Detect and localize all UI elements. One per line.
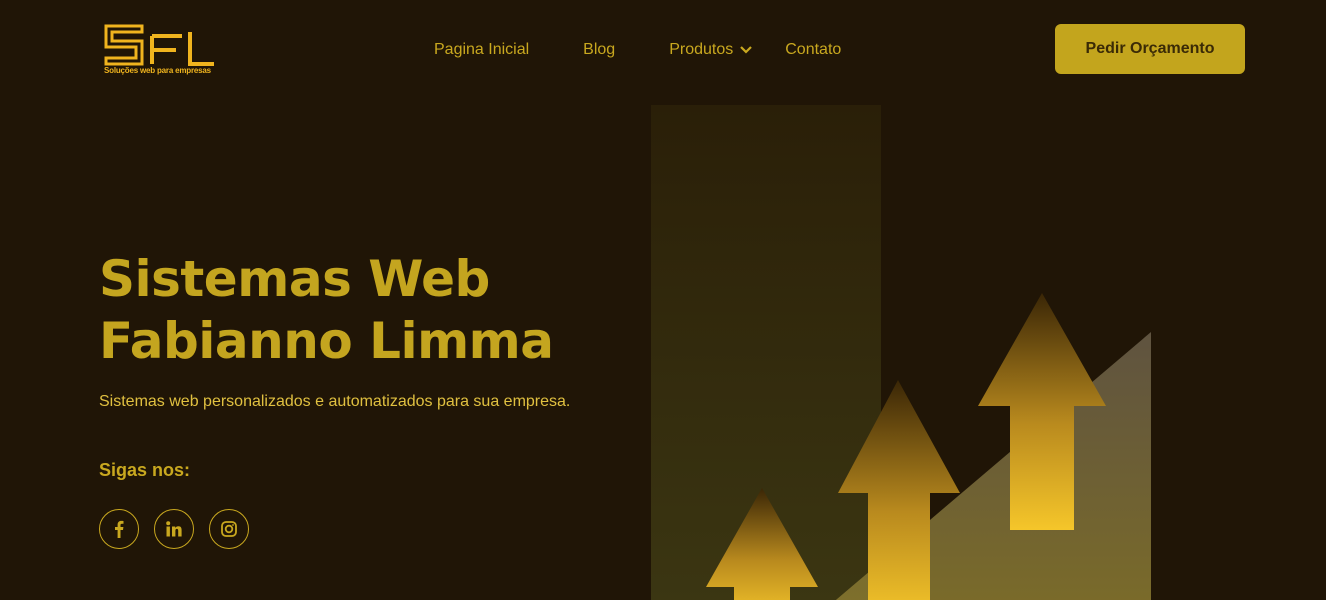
nav-item-contato[interactable]: Contato [785,41,841,59]
nav-item-blog[interactable]: Blog [583,41,615,59]
facebook-button[interactable] [99,509,139,549]
nav-item-produtos[interactable]: Produtos [669,40,753,60]
instagram-icon [221,521,237,537]
hero-title-line1: Sistemas Web [99,250,490,308]
nav-item-pagina-inicial[interactable]: Pagina Inicial [434,41,529,59]
site-logo[interactable]: Soluções web para empresas [104,24,216,78]
logo-sfl-mark [104,24,214,66]
hero-title: Sistemas Web Fabianno Limma [99,248,619,372]
facebook-icon [114,520,124,538]
hero-title-line2: Fabianno Limma [99,312,554,370]
request-quote-button[interactable]: Pedir Orçamento [1055,24,1245,74]
follow-us-label: Sigas nos: [99,460,191,480]
instagram-button[interactable] [209,509,249,549]
main-nav: Pagina Inicial Blog Produtos Contato [434,38,841,62]
growth-illustration [640,100,1160,600]
linkedin-icon [166,521,182,537]
chevron-down-icon [739,42,753,60]
hero-subtitle: Sistemas web personalizados e automatiza… [99,393,571,410]
logo-tagline: Soluções web para empresas [104,66,211,75]
linkedin-button[interactable] [154,509,194,549]
nav-item-produtos-label: Produtos [669,41,734,58]
